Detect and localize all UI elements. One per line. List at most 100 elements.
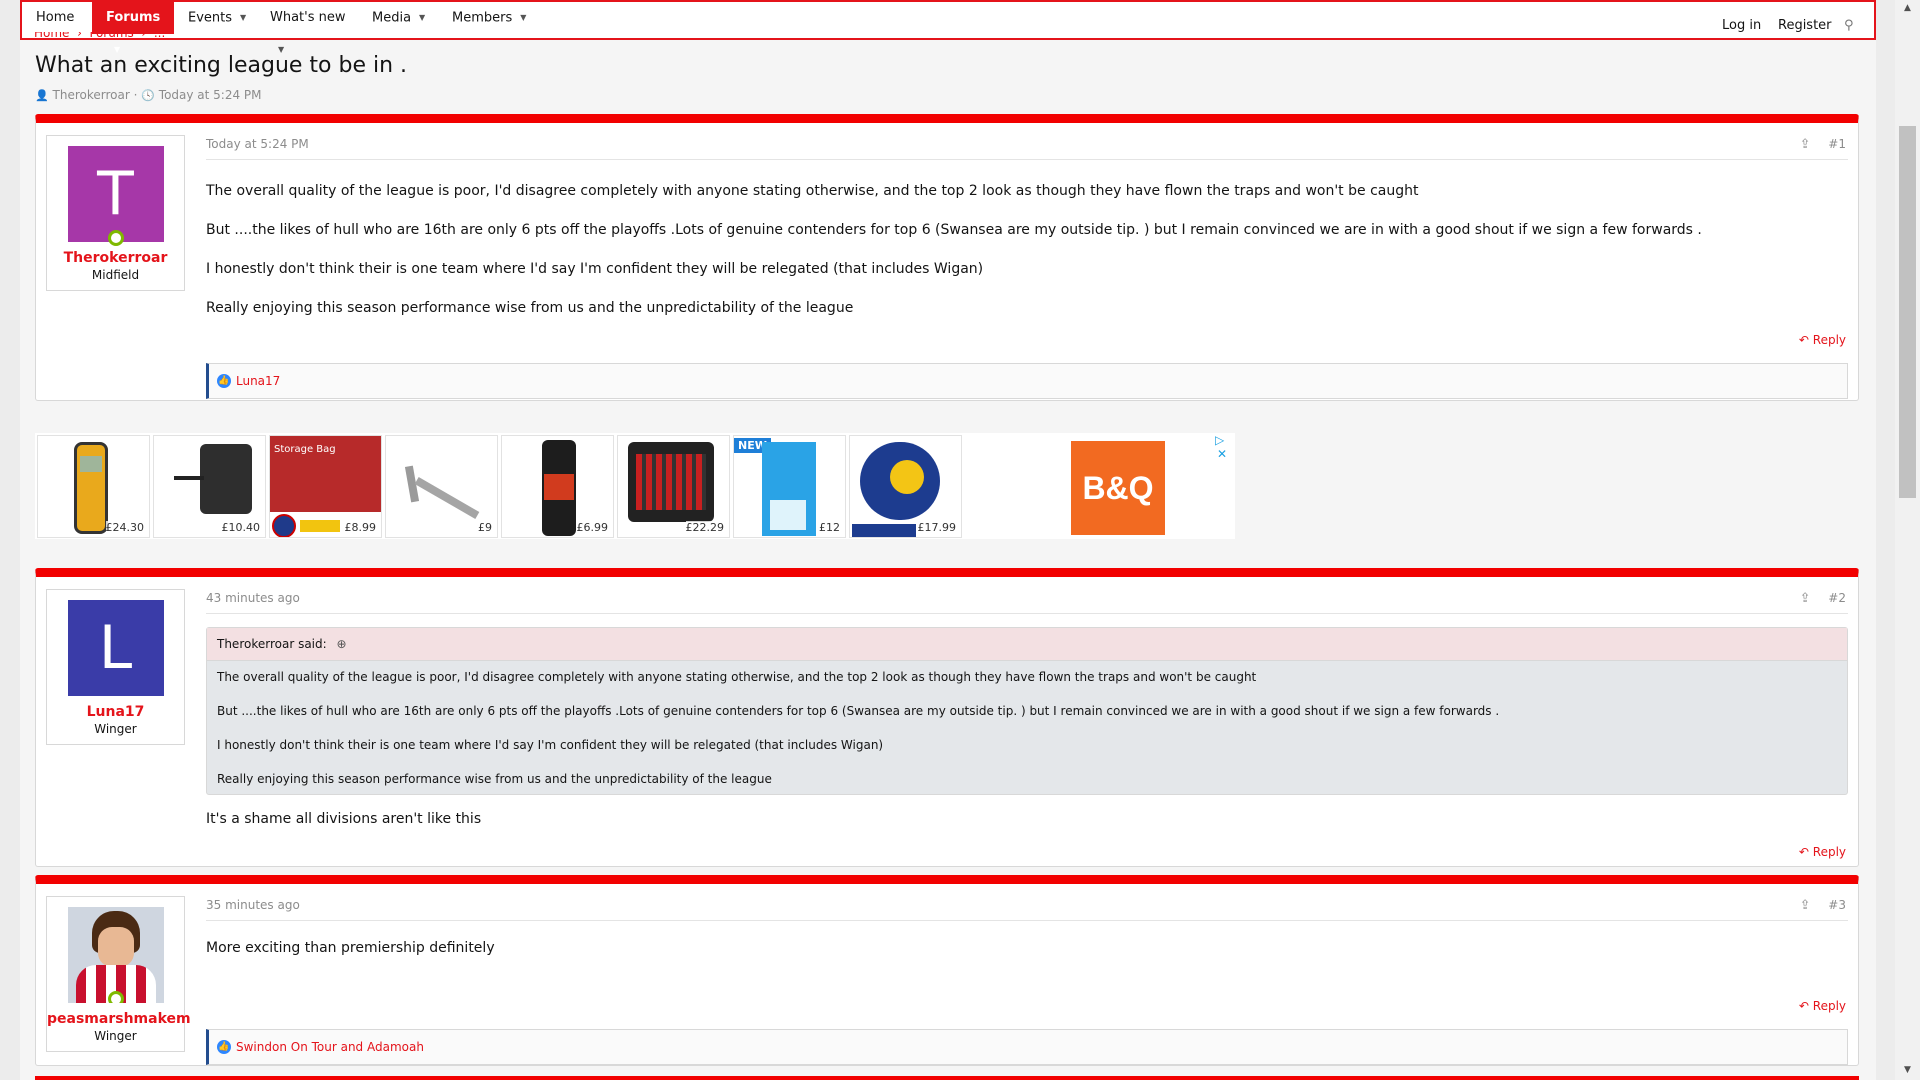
ad-product-tile[interactable]: £9 [385, 435, 498, 538]
ad-product-tile[interactable]: Storage Bag £8.99 [269, 435, 382, 538]
scroll-up-arrow-icon[interactable]: ▲ [1895, 0, 1920, 16]
chevron-down-icon[interactable]: ▼ [240, 2, 246, 34]
ad-product-tile[interactable]: £6.99 [501, 435, 614, 538]
reply-label: Reply [1812, 845, 1846, 859]
post-number-link[interactable]: #3 [1828, 898, 1846, 912]
post-3: peasmarshmakem Winger 35 minutes ago ⇪ #… [35, 875, 1859, 1066]
nav-members[interactable]: Members ▼ [438, 2, 538, 34]
ad-choices[interactable]: ▷ ✕ [1215, 433, 1235, 461]
clock-icon: 🕓 [141, 89, 155, 102]
page-container: Home Forums▼ Events ▼ What's new▼ Media ▼ … [20, 0, 1876, 1080]
bq-logo[interactable]: B&Q [1071, 441, 1165, 535]
advertisement-banner[interactable]: £24.30 £10.40 Storage Bag £8.99 £9 £6.99 [35, 433, 1235, 539]
reply-icon: ↶ [1798, 845, 1809, 859]
reply-label: Reply [1812, 999, 1846, 1013]
ad-image-detail [770, 500, 806, 530]
ad-caption: Storage Bag [274, 444, 336, 455]
ad-price: £8.99 [344, 521, 376, 534]
post-2: L Luna17 Winger 43 minutes ago ⇪ #2 Ther… [35, 568, 1859, 867]
quote-header[interactable]: Therokerroar said: ⊕ [207, 628, 1847, 661]
post-1: T Therokerroar Midfield Today at 5:24 PM… [35, 114, 1859, 401]
ad-price: £9 [478, 521, 492, 534]
user-title: Winger [94, 1029, 137, 1043]
nav-media-label: Media [372, 10, 412, 26]
like-icon: 👍 [217, 374, 231, 388]
login-link[interactable]: Log in [1722, 18, 1761, 33]
nav-whats-new-label: What's new [270, 10, 346, 25]
thread-date-link[interactable]: Today at 5:24 PM [159, 88, 262, 102]
avatar[interactable]: L [67, 600, 164, 696]
user-icon: 👤 [35, 89, 49, 102]
quote-paragraph: The overall quality of the league is poo… [217, 670, 1257, 684]
post-body: More exciting than premiership definitel… [206, 939, 495, 978]
ad-image-detail [174, 476, 204, 480]
reactions-users-link[interactable]: Luna17 [236, 374, 280, 388]
ad-price: £12 [819, 521, 840, 534]
ad-image-detail [544, 474, 574, 500]
nav-events[interactable]: Events ▼ [174, 2, 256, 34]
reply-button[interactable]: ↶ Reply [1799, 333, 1846, 347]
lightbulb-icon[interactable]: ⚲ [1844, 18, 1854, 33]
scrollbar-thumb[interactable] [1899, 126, 1916, 498]
nav-whats-new[interactable]: What's new▼ [256, 2, 358, 54]
avatar-initial: T [97, 159, 134, 229]
ad-product-tile[interactable]: £24.30 [37, 435, 150, 538]
post-date-link[interactable]: Today at 5:24 PM [206, 137, 309, 151]
post-date-link[interactable]: 43 minutes ago [206, 591, 300, 605]
arrow-up-circle-icon[interactable]: ⊕ [337, 637, 347, 651]
post-paragraph: Really enjoying this season performance … [206, 300, 854, 316]
nav-home[interactable]: Home [22, 2, 92, 34]
nav-events-label: Events [188, 10, 233, 26]
quote-author: Therokerroar said: [217, 637, 327, 651]
ad-product-tile[interactable]: NEW £12 [733, 435, 846, 538]
share-icon[interactable]: ⇪ [1800, 137, 1811, 152]
thread-author-link[interactable]: Therokerroar [53, 88, 130, 102]
reply-button[interactable]: ↶ Reply [1799, 999, 1846, 1013]
reactions-bar: 👍 Swindon On Tour and Adamoah [206, 1029, 1848, 1065]
nav-forums[interactable]: Forums▼ [92, 2, 174, 54]
online-status-icon [107, 991, 124, 1003]
post-paragraph: The overall quality of the league is poo… [206, 183, 1419, 199]
ad-product-tile[interactable]: £22.29 [617, 435, 730, 538]
page-scrollbar[interactable]: ▲ ▼ [1895, 0, 1920, 1080]
post-paragraph: It's a shame all divisions aren't like t… [206, 811, 482, 827]
chevron-down-icon[interactable]: ▼ [520, 2, 526, 34]
ad-product-tile[interactable]: £17.99 [849, 435, 962, 538]
post-date-link[interactable]: 35 minutes ago [206, 898, 300, 912]
post-paragraph: More exciting than premiership definitel… [206, 940, 495, 956]
post-divider [206, 920, 1848, 921]
breadcrumb[interactable]: Home › Forums › ... [34, 32, 534, 42]
share-icon[interactable]: ⇪ [1800, 898, 1811, 913]
register-link[interactable]: Register [1778, 18, 1832, 33]
reply-button[interactable]: ↶ Reply [1799, 845, 1846, 859]
post-number-link[interactable]: #2 [1828, 591, 1846, 605]
ad-product-tile[interactable]: £10.40 [153, 435, 266, 538]
chevron-down-icon[interactable]: ▼ [419, 2, 425, 34]
share-icon[interactable]: ⇪ [1800, 591, 1811, 606]
like-icon: 👍 [217, 1040, 231, 1054]
adchoices-icon[interactable]: ▷ [1215, 433, 1224, 447]
reactions-users-link[interactable]: Swindon On Tour and Adamoah [236, 1040, 424, 1054]
scroll-down-arrow-icon[interactable]: ▼ [1895, 1062, 1920, 1078]
uk-flag-icon [272, 514, 296, 537]
username-link[interactable]: Luna17 [47, 704, 184, 720]
quote-paragraph: Really enjoying this season performance … [217, 772, 772, 786]
reply-label: Reply [1812, 333, 1846, 347]
nav-media[interactable]: Media ▼ [358, 2, 438, 34]
post-number-link[interactable]: #1 [1828, 137, 1846, 151]
ad-image-detail [636, 454, 706, 510]
avatar[interactable] [67, 907, 164, 1003]
nav-home-label: Home [36, 10, 75, 25]
ad-image-detail [414, 477, 480, 519]
post-3-usercell: peasmarshmakem Winger [46, 896, 191, 1052]
quote-body: The overall quality of the league is poo… [207, 661, 1847, 795]
post-body: It's a shame all divisions aren't like t… [206, 810, 481, 849]
close-icon[interactable]: ✕ [1217, 447, 1227, 461]
post-actions: ⇪ #3 [1800, 898, 1846, 913]
username-link[interactable]: Therokerroar [47, 250, 184, 266]
user-title: Midfield [91, 268, 140, 282]
avatar[interactable]: T [67, 146, 164, 246]
brand-logo [300, 520, 340, 532]
username-link[interactable]: peasmarshmakem [47, 1011, 191, 1027]
reply-icon: ↶ [1798, 999, 1809, 1013]
